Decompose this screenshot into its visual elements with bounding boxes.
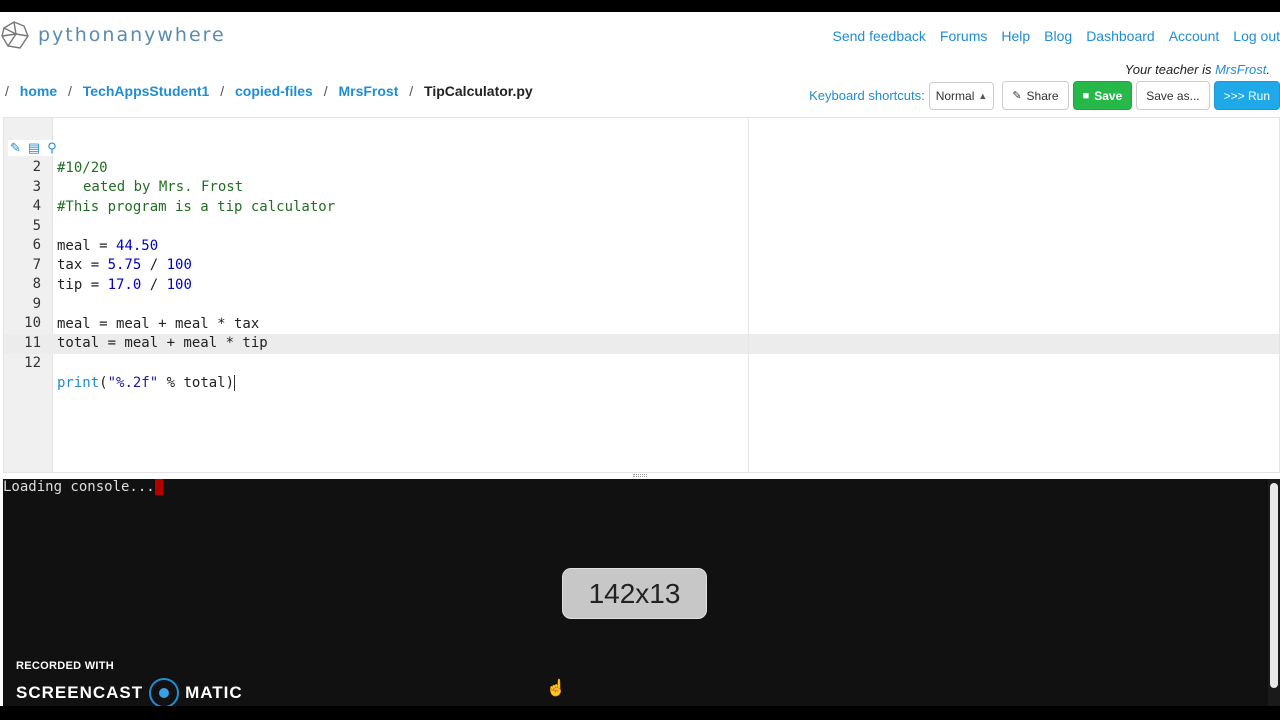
share-label: Share: [1026, 88, 1059, 103]
nav-blog[interactable]: Blog: [1044, 28, 1072, 44]
editor-toolbar: Keyboard shortcuts: Normal ▲︎ ✎ Share ■ …: [809, 81, 1280, 110]
pencil-icon[interactable]: ✎: [10, 140, 21, 156]
code-editor[interactable]: 1 #10/20 2 eated by Mrs. Frost 3 #This p…: [3, 117, 1280, 473]
nav-help[interactable]: Help: [1001, 28, 1030, 44]
breadcrumb-current-file: TipCalculator.py: [424, 83, 533, 99]
nav-send-feedback[interactable]: Send feedback: [833, 28, 926, 44]
top-nav: Send feedback Forums Help Blog Dashboard…: [819, 28, 1280, 44]
pythonanywhere-logo-icon: [1, 21, 29, 49]
breadcrumb-separator: /: [68, 83, 72, 99]
save-button[interactable]: ■ Save: [1072, 81, 1133, 110]
terminal-size-tooltip: 142x13: [562, 568, 707, 619]
share-button[interactable]: ✎ Share: [1002, 81, 1069, 110]
screencast-watermark: RECORDED WITH SCREENCAST MATIC: [16, 660, 243, 708]
run-label: >>> Run: [1223, 88, 1270, 103]
breadcrumb-separator: /: [323, 83, 328, 99]
hand-pointer-icon: ☝: [546, 680, 566, 697]
teacher-suffix: .: [1266, 62, 1270, 77]
watermark-brand-right: MATIC: [185, 683, 243, 702]
save-as-button[interactable]: Save as...: [1136, 81, 1210, 110]
code-line[interactable]: 11: [4, 313, 1279, 351]
breadcrumb: / home / TechAppsStudent1 / copied-files…: [5, 83, 533, 99]
code-line[interactable]: 7 tip = 17.0 / 100: [4, 235, 1279, 293]
teacher-prefix: Your teacher is: [1124, 62, 1216, 77]
annotation-toolbar: ✎ ▤ ⚲: [8, 140, 59, 156]
line-number: 12: [24, 355, 41, 371]
breadcrumb-user[interactable]: TechAppsStudent1: [83, 83, 210, 99]
splitter-grip[interactable]: [633, 474, 647, 477]
console-cursor: [154, 479, 163, 495]
nav-account[interactable]: Account: [1169, 28, 1220, 44]
teacher-notice: Your teacher is MrsFrost.: [1125, 62, 1270, 77]
nav-forums[interactable]: Forums: [940, 28, 987, 44]
code-text: print("%.2f" % total): [57, 375, 236, 391]
code-line[interactable]: 10 total = meal + meal * tip: [4, 293, 1279, 351]
comment-icon[interactable]: ▤: [28, 140, 40, 156]
record-icon: [149, 678, 180, 708]
recording-bottom-bar: [0, 706, 1280, 720]
code-line[interactable]: 4: [4, 176, 1279, 214]
save-label: Save: [1094, 88, 1123, 103]
watermark-recorded-with: RECORDED WITH: [16, 660, 115, 672]
console-output: Loading console...: [3, 479, 163, 495]
watermark-brand: SCREENCAST MATIC: [16, 678, 243, 708]
code-line[interactable]: 1 #10/20: [4, 118, 1279, 176]
code-line[interactable]: 6 tax = 5.75 / 100: [4, 215, 1279, 273]
breadcrumb-separator: /: [220, 83, 225, 99]
nav-log-out[interactable]: Log out: [1233, 28, 1280, 44]
breadcrumb-separator: /: [5, 83, 9, 99]
code-line[interactable]: 2 eated by Mrs. Frost: [4, 137, 1279, 195]
breadcrumb-separator: /: [409, 83, 414, 99]
console-scrollbar[interactable]: [1268, 479, 1280, 706]
code-line-active[interactable]: 12 print("%.2f" % total): [4, 333, 1279, 391]
paperclip-icon: ✎: [1012, 90, 1022, 102]
watermark-brand-left: SCREENCAST: [16, 683, 144, 702]
scrollbar-thumb[interactable]: [1270, 483, 1278, 688]
select-arrows-icon: ▲︎: [978, 90, 988, 101]
recording-top-bar: [0, 0, 1280, 12]
save-as-label: Save as...: [1146, 88, 1200, 103]
keyboard-shortcuts-select[interactable]: Normal ▲︎: [928, 81, 995, 110]
code-line[interactable]: 5 meal = 44.50: [4, 196, 1279, 254]
keyboard-shortcuts-label: Keyboard shortcuts:: [809, 88, 925, 103]
floppy-disk-icon: ■: [1082, 89, 1090, 102]
code-line[interactable]: 9 meal = meal + meal * tax: [4, 274, 1279, 332]
logo-text: pythonanywhere: [38, 24, 226, 46]
breadcrumb-copied-files[interactable]: copied-files: [235, 83, 313, 99]
console-text: Loading console...: [3, 479, 155, 495]
code-line[interactable]: 3 #This program is a tip calculator: [4, 157, 1279, 215]
logo[interactable]: pythonanywhere: [0, 18, 226, 52]
search-icon[interactable]: ⚲: [47, 140, 57, 156]
keyboard-shortcuts-value: Normal: [935, 88, 975, 103]
nav-dashboard[interactable]: Dashboard: [1086, 28, 1155, 44]
breadcrumb-home[interactable]: home: [20, 83, 57, 99]
breadcrumb-mrsfrost[interactable]: MrsFrost: [338, 83, 398, 99]
teacher-name-link[interactable]: MrsFrost: [1215, 62, 1266, 77]
code-line[interactable]: 8: [4, 254, 1279, 292]
run-button[interactable]: >>> Run: [1213, 81, 1280, 110]
